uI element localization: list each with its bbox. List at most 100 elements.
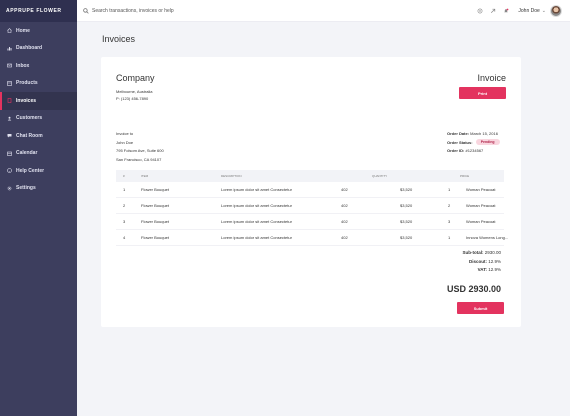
sidebar-item-dashboard[interactable]: Dashboard — [0, 40, 77, 58]
table-cell: Innova Womens Long... — [466, 235, 509, 240]
sidebar-item-label: Settings — [16, 185, 36, 192]
home-icon — [7, 28, 12, 34]
sidebar-item-chat-room[interactable]: Chat Room — [0, 127, 77, 145]
company-phone: P: (123) 456-7890 — [116, 96, 149, 101]
table-cell: 3 — [123, 219, 126, 224]
sidebar-item-label: Customers — [16, 115, 43, 122]
table-cell: Woman Peacoat — [466, 219, 496, 224]
table-cell: Lorem ipsum dolor sit amet Consectetur — [221, 187, 292, 192]
table-cell: Flower Bouquet — [141, 187, 170, 192]
sidebar-item-customers[interactable]: Customers — [0, 110, 77, 128]
sidebar-item-label: Help Center — [16, 167, 45, 174]
settings-icon[interactable] — [477, 8, 483, 14]
vat-value: 12.9% — [488, 267, 501, 272]
column-header: # — [123, 174, 125, 178]
submit-button[interactable]: Submit — [457, 302, 504, 314]
company-name: Company — [116, 73, 155, 83]
sidebar-item-home[interactable]: Home — [0, 22, 77, 40]
bill-to-block: Invoice to John Doe 795 Folsom Ave, Suit… — [116, 130, 164, 164]
sidebar-item-label: Products — [16, 80, 38, 87]
table-cell: Lorem ipsum dolor sit amet Consectetur — [221, 219, 292, 224]
table-cell: 2 — [123, 203, 126, 208]
discount-value: 12.9% — [488, 258, 501, 264]
vat-label: VAT: — [477, 267, 487, 272]
column-header: PRICE — [460, 174, 470, 178]
sidebar-item-label: Calendar — [16, 150, 38, 157]
gear-icon — [7, 186, 12, 191]
table-cell: 1 — [448, 187, 451, 192]
company-address: Melbourne, Australia — [116, 89, 153, 94]
sidebar-item-help-center[interactable]: Help Center — [0, 162, 77, 180]
sidebar-item-settings[interactable]: Settings — [0, 180, 77, 198]
sidebar-item-label: Chat Room — [16, 132, 43, 139]
top-actions: John Doe ⌄ — [470, 0, 562, 22]
column-header: ITEM — [141, 174, 149, 178]
invoice-card: Company Invoice Melbourne, Australia P: … — [101, 57, 521, 327]
discount-label: Discout: — [468, 258, 487, 264]
order-date-label: Order Date: — [447, 131, 470, 136]
sidebar-item-inbox[interactable]: Inbox — [0, 57, 77, 75]
sidebar-item-products[interactable]: Products — [0, 75, 77, 93]
table-cell: Flower Bouquet — [141, 219, 170, 224]
search-icon — [83, 7, 89, 14]
chevron-down-icon: ⌄ — [541, 8, 546, 14]
user-name: John Doe — [518, 8, 540, 14]
print-button[interactable]: Print — [459, 87, 506, 99]
sidebar-item-invoices[interactable]: Invoices — [0, 92, 77, 110]
page-title: Invoices — [102, 34, 136, 44]
table-cell: 1 — [448, 235, 451, 240]
help-icon — [7, 168, 12, 174]
subtotal-label: Sub-total: — [462, 250, 484, 255]
order-id-label: Order ID: — [447, 148, 465, 153]
sidebar-item-label: Invoices — [16, 97, 37, 104]
notification-bell-icon[interactable] — [503, 8, 509, 14]
brand-logo[interactable]: APPRUPE FLOWER — [0, 0, 77, 22]
table-row: 1 Flower Bouquet Lorem ipsum dolor sit a… — [116, 182, 504, 198]
order-status-label: Order Status: — [447, 139, 473, 145]
bill-to-city: San Francisco, CA 94107 — [116, 156, 162, 162]
table-cell: $3,520 — [400, 219, 413, 224]
table-header: # ITEM DESCRIPTION QUANTITY PRICE — [116, 170, 504, 182]
table-cell: Flower Bouquet — [141, 235, 170, 240]
sidebar-item-calendar[interactable]: Calendar — [0, 145, 77, 163]
table-cell: $3,520 — [400, 203, 413, 208]
column-header: QUANTITY — [372, 174, 388, 178]
order-date: March 15, 2016 — [470, 131, 498, 136]
search-input[interactable] — [92, 7, 292, 14]
invoice-icon — [7, 98, 12, 104]
products-icon — [7, 80, 12, 86]
table-cell: Lorem ipsum dolor sit amet Consectetur — [221, 235, 292, 240]
table-cell: 402 — [341, 235, 348, 240]
invoice-table: # ITEM DESCRIPTION QUANTITY PRICE 1 Flow… — [116, 170, 508, 246]
table-cell: 402 — [341, 219, 348, 224]
table-cell: Flower Bouquet — [141, 203, 170, 208]
table-cell: 402 — [341, 203, 348, 208]
sidebar-item-label: Inbox — [16, 62, 30, 69]
user-menu[interactable]: John Doe ⌄ — [518, 5, 562, 17]
share-icon[interactable] — [490, 8, 496, 14]
calendar-icon — [7, 151, 12, 156]
sidebar-item-label: Home — [16, 27, 30, 34]
table-row: 2 Flower Bouquet Lorem ipsum dolor sit a… — [116, 198, 504, 214]
dashboard-icon — [7, 46, 12, 51]
invoice-heading: Invoice — [477, 73, 506, 83]
table-cell: Woman Peacoat — [466, 203, 496, 208]
top-bar: John Doe ⌄ — [77, 0, 570, 22]
sidebar: APPRUPE FLOWER Home Dashboard Inbox Prod… — [0, 0, 77, 416]
order-id: #1234567 — [465, 148, 484, 153]
order-info-block: Order Date: March 15, 2016 Order Status:… — [447, 130, 500, 156]
table-cell: 402 — [341, 187, 348, 192]
bill-to-label: Invoice to — [116, 131, 134, 136]
bill-to-street: 795 Folsom Ave, Suite 600 — [116, 148, 164, 153]
chat-icon — [7, 133, 12, 138]
table-row: 4 Flower Bouquet Lorem ipsum dolor sit a… — [116, 230, 508, 246]
column-header: DESCRIPTION — [221, 174, 242, 178]
table-row: 3 Flower Bouquet Lorem ipsum dolor sit a… — [116, 214, 504, 230]
table-cell: 1 — [123, 187, 126, 192]
table-cell: $3,520 — [400, 187, 413, 192]
avatar[interactable] — [550, 5, 562, 17]
table-cell: $3,520 — [400, 235, 413, 240]
table-cell: Woman Peacoat — [466, 187, 496, 192]
status-badge: Pending — [475, 139, 500, 146]
table-cell: 2 — [448, 203, 451, 208]
